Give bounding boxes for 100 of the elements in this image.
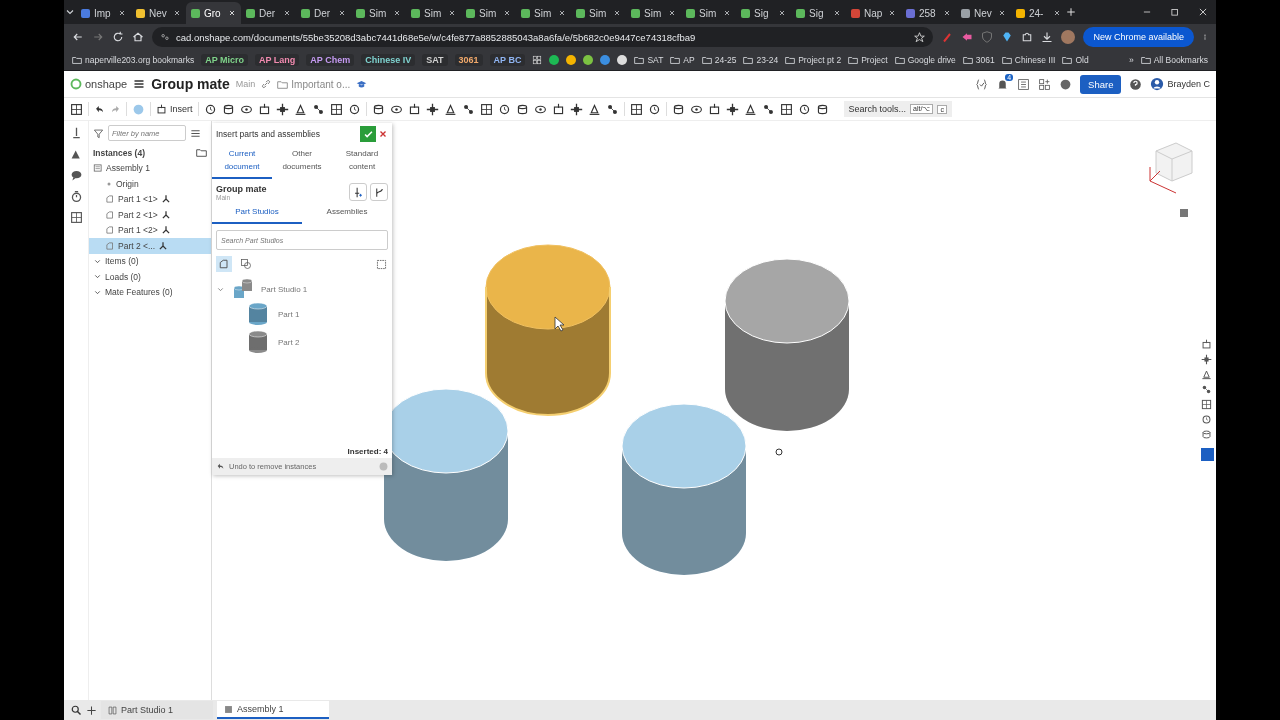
overflow-chevron[interactable]: »	[1128, 55, 1134, 65]
notifications-icon[interactable]	[996, 77, 1010, 91]
tree-item[interactable]: Origin	[89, 176, 211, 192]
profile-avatar[interactable]	[1061, 30, 1076, 44]
browser-tab[interactable]: Sig	[791, 2, 846, 24]
view-tool-icon[interactable]	[1201, 414, 1212, 425]
onshape-logo[interactable]: onshape	[70, 78, 128, 90]
variables-icon[interactable]	[975, 77, 989, 91]
back-icon[interactable]	[72, 31, 84, 43]
tree-item[interactable]: Part 1 <1>	[89, 191, 211, 207]
site-settings-icon[interactable]	[160, 32, 170, 42]
close-icon[interactable]	[613, 9, 621, 17]
list-view-icon[interactable]	[190, 127, 201, 139]
browser-tab[interactable]: Sim	[461, 2, 516, 24]
bookmark[interactable]: AP BC	[489, 54, 526, 66]
browser-tab[interactable]: Sim	[406, 2, 461, 24]
feature-list-icon[interactable]	[70, 102, 83, 116]
tool-icon[interactable]	[443, 102, 457, 116]
close-icon[interactable]	[448, 9, 456, 17]
home-icon[interactable]	[132, 31, 144, 43]
tool-icon[interactable]	[551, 102, 565, 116]
view-tool-icon[interactable]	[1201, 399, 1212, 410]
extension-icon[interactable]	[941, 31, 954, 43]
tool-icon[interactable]	[743, 102, 757, 116]
tool-icon[interactable]	[797, 102, 811, 116]
fit-icon[interactable]	[375, 257, 388, 271]
bookmark[interactable]: AP Chem	[306, 54, 355, 66]
tool-icon[interactable]	[371, 102, 385, 116]
bookmark[interactable]: AP Lang	[255, 54, 300, 66]
star-icon[interactable]	[914, 31, 926, 43]
filter-icon[interactable]	[93, 127, 104, 139]
bookmark[interactable]: SAT	[422, 54, 448, 66]
sketch-mode-button[interactable]	[238, 256, 254, 272]
tool-icon[interactable]	[761, 102, 775, 116]
tool-icon[interactable]	[425, 102, 439, 116]
close-icon[interactable]	[118, 9, 126, 17]
tree-item[interactable]: Part 2 <...	[89, 238, 211, 254]
view-tool-icon[interactable]	[1201, 429, 1212, 440]
share-button[interactable]: Share	[1080, 74, 1122, 94]
tool-icon[interactable]	[671, 102, 685, 116]
part-item[interactable]: Part 2	[212, 328, 392, 356]
bookmark-folder[interactable]: AP	[670, 55, 695, 65]
close-icon[interactable]	[503, 9, 511, 17]
browser-tab[interactable]: Imp	[76, 2, 131, 24]
undo-icon[interactable]	[94, 103, 105, 115]
menu-icon[interactable]	[133, 78, 146, 90]
address-bar[interactable]: cad.onshape.com/documents/55be35208d3abc7441d68e5e/w/c4fe877a8852885043a8a6fa/e/5b682c0e9447ce74318cfba9	[152, 27, 934, 47]
accept-button[interactable]	[360, 126, 376, 142]
forward-icon[interactable]	[92, 31, 104, 43]
view-search-icon[interactable]	[70, 704, 82, 716]
bookmark-folder[interactable]: Project	[848, 55, 888, 65]
tree-item[interactable]: Part 1 <2>	[89, 222, 211, 238]
puzzle-icon[interactable]	[1021, 31, 1034, 43]
browser-tab[interactable]: Sim	[571, 2, 626, 24]
user-menu[interactable]: Brayden C	[1150, 77, 1210, 91]
close-icon[interactable]	[668, 9, 676, 17]
close-icon[interactable]	[283, 9, 291, 17]
restore-icon[interactable]	[1170, 7, 1180, 17]
close-icon[interactable]	[943, 9, 951, 17]
browser-tab[interactable]: 24-	[1011, 2, 1066, 24]
bookmark-folder[interactable]: SAT	[634, 55, 664, 65]
shapes-icon[interactable]	[69, 148, 83, 161]
bookmark-icon[interactable]	[549, 55, 560, 65]
close-icon[interactable]	[723, 9, 731, 17]
cylinder-part[interactable]	[485, 244, 611, 416]
tool-icon[interactable]	[407, 102, 421, 116]
part-mode-button[interactable]	[216, 256, 232, 272]
tool-icon[interactable]	[347, 102, 361, 116]
gem-icon[interactable]	[1001, 31, 1014, 43]
tree-group[interactable]: Mate Features (0)	[89, 284, 211, 300]
link-icon[interactable]	[261, 79, 272, 89]
update-button[interactable]: New Chrome available	[1083, 27, 1194, 47]
bookmark-folder[interactable]: 24-25	[701, 55, 737, 65]
tool-icon[interactable]	[497, 102, 511, 116]
browser-tab[interactable]: Der	[296, 2, 351, 24]
tool-icon[interactable]	[569, 102, 583, 116]
tool-icon[interactable]	[515, 102, 529, 116]
tool-icon[interactable]	[275, 102, 289, 116]
browser-tab[interactable]: Sim	[681, 2, 736, 24]
download-icon[interactable]	[1041, 31, 1054, 43]
close-icon[interactable]	[1053, 9, 1061, 17]
browser-tab[interactable]: Sim	[626, 2, 681, 24]
part-item[interactable]: Part 1	[212, 300, 392, 328]
tool-icon[interactable]	[311, 102, 325, 116]
bookmark-icon[interactable]	[583, 55, 594, 65]
view-tool-icon[interactable]	[1201, 354, 1212, 365]
document-tab[interactable]: Part Studio 1	[101, 701, 213, 719]
close-icon[interactable]	[833, 9, 841, 17]
tool-icon[interactable]	[707, 102, 721, 116]
add-icon[interactable]	[86, 704, 97, 716]
dialog-tab[interactable]: Standard content	[332, 145, 392, 179]
reload-icon[interactable]	[112, 31, 124, 43]
browser-tab[interactable]: Sim	[351, 2, 406, 24]
dialog-subtab[interactable]: Assemblies	[302, 203, 392, 224]
new-tab-icon[interactable]	[1066, 7, 1076, 17]
bookmark-folder[interactable]: Google drive	[894, 55, 956, 65]
bookmark[interactable]: 3061	[454, 54, 483, 66]
tool-icon[interactable]	[779, 102, 793, 116]
bookmark-icon[interactable]	[566, 55, 577, 65]
tool-icon[interactable]	[293, 102, 307, 116]
